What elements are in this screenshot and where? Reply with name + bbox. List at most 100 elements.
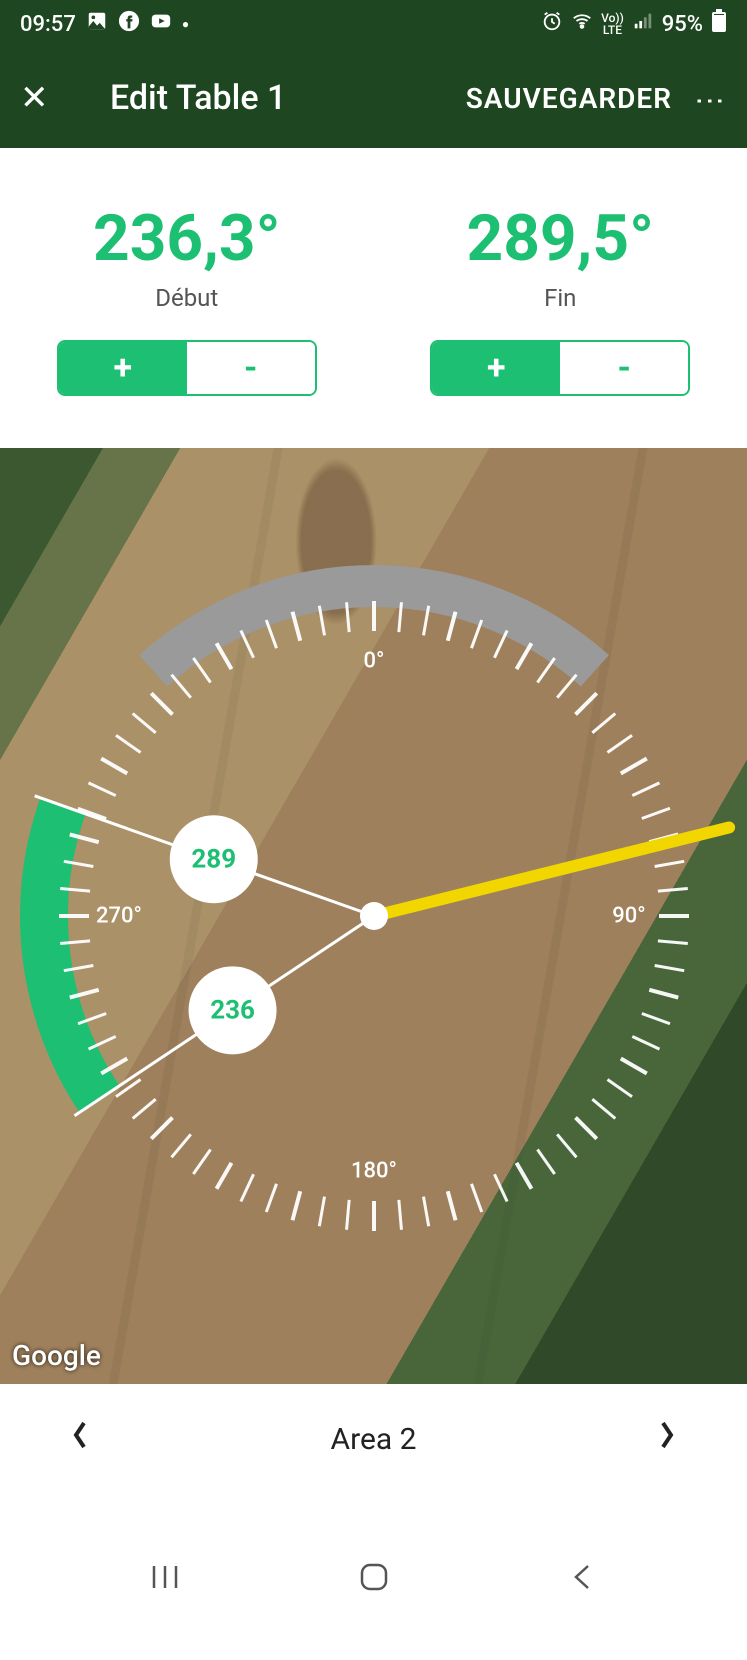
battery-text: 95% xyxy=(662,12,703,37)
close-icon[interactable]: ✕ xyxy=(20,78,70,118)
dial-tick xyxy=(641,1013,669,1023)
dial-tick xyxy=(537,658,554,683)
dial-tick xyxy=(632,783,659,796)
recent-apps-button[interactable] xyxy=(140,1552,190,1602)
dial-tick xyxy=(537,1149,554,1174)
dial-tick xyxy=(471,1184,481,1212)
dial-tick xyxy=(575,693,596,714)
dial-cardinal-label: 0° xyxy=(363,649,384,674)
page-title: Edit Table 1 xyxy=(110,78,286,118)
dot-icon: ● xyxy=(182,17,189,31)
end-angle-label: Fin xyxy=(544,284,576,312)
dial-tick xyxy=(654,965,684,970)
dial-tick xyxy=(494,1174,507,1201)
dial-tick xyxy=(516,1163,531,1189)
dial-tick xyxy=(592,714,615,733)
android-status-bar: 09:57 ● Vo))LTE 95% xyxy=(0,0,747,48)
dial-selected-arc xyxy=(44,806,99,1099)
dial-tick xyxy=(115,735,140,752)
volte-icon: Vo))LTE xyxy=(601,12,624,36)
dial-tick xyxy=(216,643,231,669)
dial-tick xyxy=(171,1134,190,1157)
dial-tick xyxy=(607,735,632,752)
start-angle-control: 236,3° Début + - xyxy=(0,148,374,448)
dial-tick xyxy=(516,643,531,669)
start-handle-label: 236 xyxy=(210,995,255,1025)
dial-tick xyxy=(557,675,576,698)
dial-tick xyxy=(132,1099,155,1118)
map-view[interactable]: 0° 90° 180° 270° 236 289 Google xyxy=(0,448,747,1384)
dial-tick xyxy=(398,1200,401,1230)
angle-dial[interactable]: 0° 90° 180° 270° 236 289 xyxy=(0,536,747,1296)
dial-tick xyxy=(193,1149,210,1174)
dial-tick xyxy=(423,1197,428,1227)
more-icon[interactable]: ⋮ xyxy=(692,86,727,110)
dial-tick xyxy=(447,1191,455,1220)
status-left: 09:57 ● xyxy=(20,10,189,38)
android-nav-bar xyxy=(0,1494,747,1660)
battery-icon xyxy=(711,9,727,39)
dial-tick xyxy=(649,990,678,998)
dial-tick xyxy=(557,1134,576,1157)
dial-tick xyxy=(657,941,687,944)
dial-tick xyxy=(216,1163,231,1189)
dial-tick xyxy=(101,759,127,774)
app-bar: ✕ Edit Table 1 SAUVEGARDER ⋮ xyxy=(0,48,747,148)
dial-tick xyxy=(494,631,507,658)
prev-area-button[interactable] xyxy=(70,1419,90,1460)
dial-cardinal-label: 90° xyxy=(612,904,645,929)
dial-tick xyxy=(641,808,669,818)
wifi-icon xyxy=(571,10,593,38)
dial-tick xyxy=(193,658,210,683)
facebook-icon xyxy=(118,10,140,38)
dial-tick xyxy=(240,631,253,658)
dial-tick xyxy=(292,1191,300,1220)
alarm-icon xyxy=(541,10,563,38)
dial-tick xyxy=(151,1118,172,1139)
end-plus-button[interactable]: + xyxy=(432,342,560,394)
end-handle-label: 289 xyxy=(191,844,236,874)
dial-tick xyxy=(266,1184,276,1212)
start-angle-label: Début xyxy=(155,284,218,312)
save-button[interactable]: SAUVEGARDER xyxy=(466,82,672,115)
pivot-pointer[interactable] xyxy=(374,827,729,916)
dial-tick xyxy=(88,783,115,796)
dial-tick xyxy=(575,1118,596,1139)
dial-tick xyxy=(607,1079,632,1096)
back-button[interactable] xyxy=(558,1552,608,1602)
dial-tick xyxy=(151,693,172,714)
home-button[interactable] xyxy=(349,1552,399,1602)
dial-tick xyxy=(115,1079,140,1096)
end-minus-button[interactable]: - xyxy=(560,342,688,394)
start-minus-button[interactable]: - xyxy=(187,342,315,394)
dial-tick xyxy=(620,1059,646,1074)
dial-center xyxy=(360,902,388,930)
signal-icon xyxy=(632,10,654,38)
end-angle-stepper: + - xyxy=(430,340,690,396)
angle-controls: 236,3° Début + - 289,5° Fin + - xyxy=(0,148,747,448)
dial-cardinal-label: 270° xyxy=(96,904,142,929)
end-angle-control: 289,5° Fin + - xyxy=(374,148,747,448)
dial-tick xyxy=(620,759,646,774)
start-angle-stepper: + - xyxy=(57,340,317,396)
google-attribution: Google xyxy=(12,1339,101,1372)
start-plus-button[interactable]: + xyxy=(59,342,187,394)
image-icon xyxy=(86,10,108,38)
dial-tick xyxy=(132,714,155,733)
dial-tick xyxy=(654,861,684,866)
dial-tick xyxy=(632,1036,659,1049)
dial-tick xyxy=(319,1197,324,1227)
area-label: Area 2 xyxy=(331,1422,417,1457)
youtube-icon xyxy=(150,10,172,38)
next-area-button[interactable] xyxy=(657,1419,677,1460)
status-time: 09:57 xyxy=(20,12,76,37)
dial-tick xyxy=(346,1200,349,1230)
area-nav: Area 2 xyxy=(0,1384,747,1494)
start-angle-value: 236,3° xyxy=(93,201,281,276)
dial-tick xyxy=(657,889,687,892)
status-right: Vo))LTE 95% xyxy=(541,9,727,39)
dial-cardinal-label: 180° xyxy=(351,1159,397,1184)
dial-tick xyxy=(171,675,190,698)
dial-tick xyxy=(240,1174,253,1201)
end-angle-value: 289,5° xyxy=(466,201,654,276)
